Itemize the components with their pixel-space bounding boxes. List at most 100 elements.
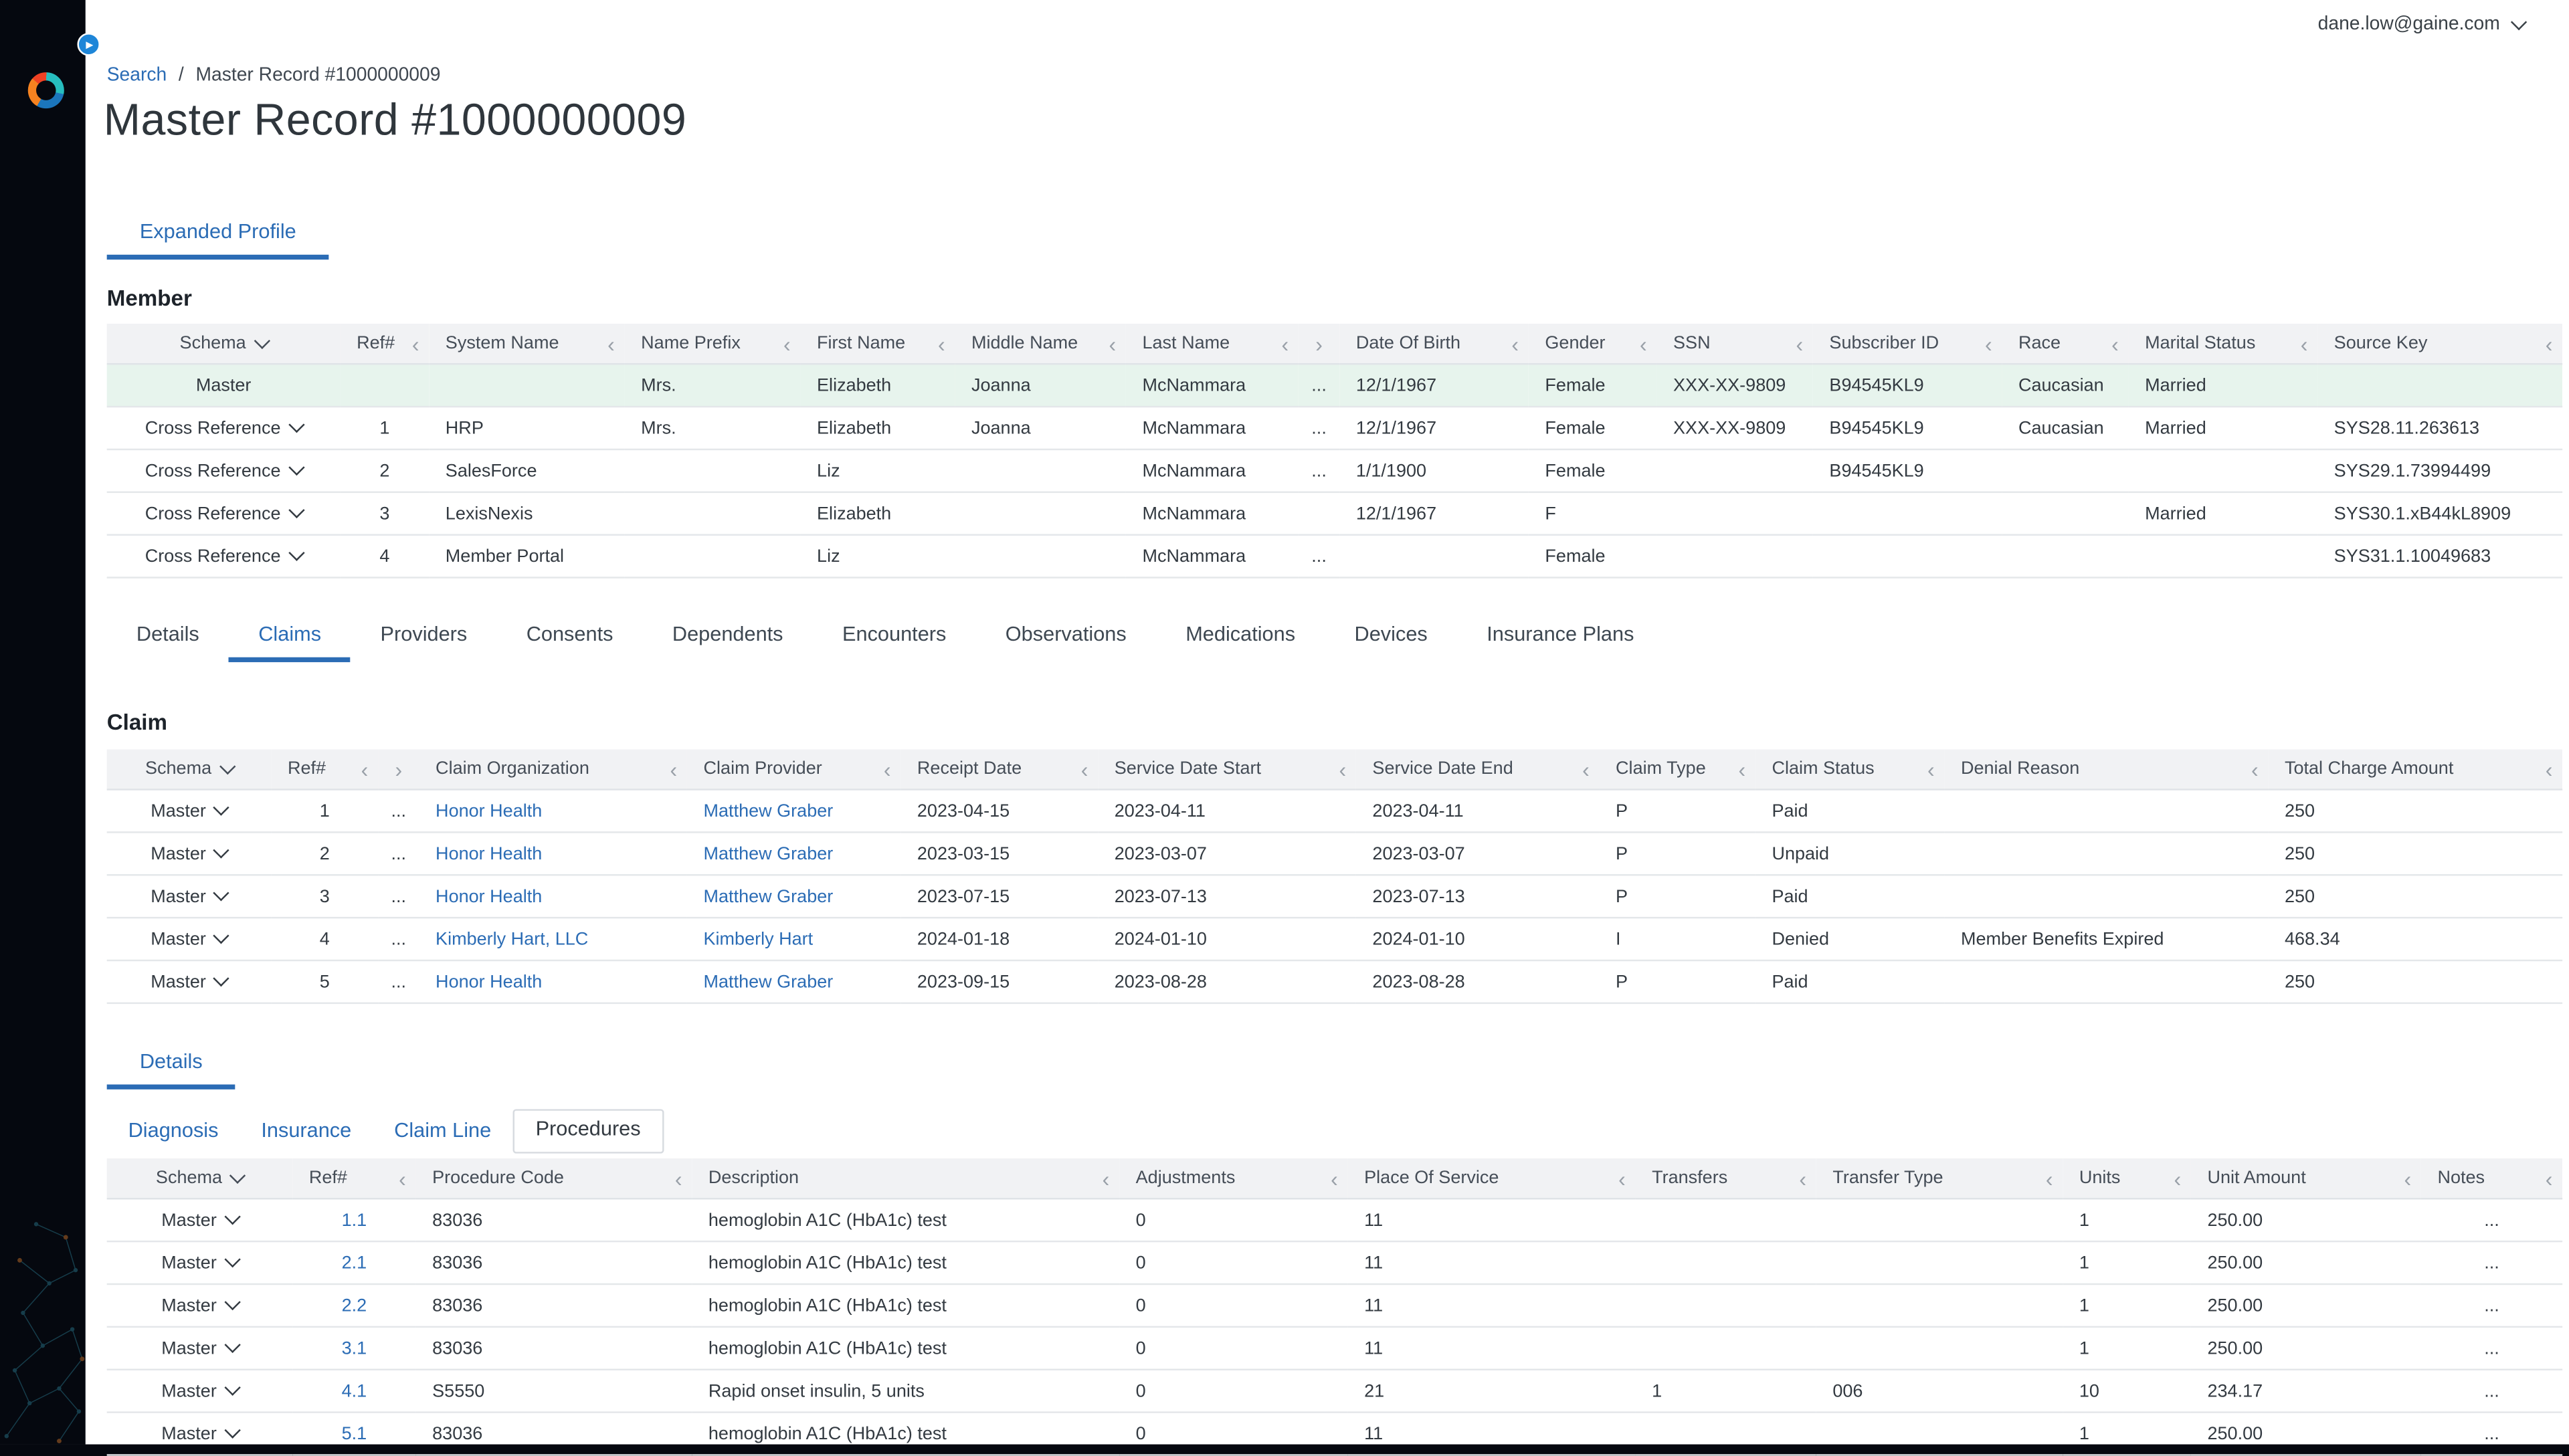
collapse-column-icon[interactable]: ‹ [2301, 333, 2308, 354]
column-header-transfers[interactable]: Transfers ‹ [1635, 1158, 1816, 1199]
collapse-column-icon[interactable]: ‹ [1511, 333, 1519, 354]
column-header-units[interactable]: Units ‹ [2063, 1158, 2191, 1199]
column-header-ref[interactable]: Ref# ‹ [340, 323, 430, 365]
cell-schema[interactable]: Master [107, 875, 272, 918]
collapse-column-icon[interactable]: ‹ [1331, 1168, 1338, 1189]
subtab-diagnosis[interactable]: Diagnosis [107, 1111, 240, 1152]
claim_organization-link[interactable]: Honor Health [436, 886, 542, 906]
cell-schema[interactable]: Master [107, 918, 272, 960]
column-header-ssn[interactable]: SSN ‹ [1656, 323, 1813, 365]
column-header-subscriber-id[interactable]: Subscriber ID ‹ [1812, 323, 2002, 365]
subtab-claim-line[interactable]: Claim Line [373, 1111, 512, 1152]
tab-insurance-plans[interactable]: Insurance Plans [1457, 613, 1664, 662]
cell-schema[interactable]: Master [107, 1199, 293, 1241]
column-header-transfer-type[interactable]: Transfer Type ‹ [1816, 1158, 2063, 1199]
column-header-total-charge-amount[interactable]: Total Charge Amount ‹ [2268, 749, 2563, 790]
column-header-name-prefix[interactable]: Name Prefix ‹ [624, 323, 801, 365]
cell-schema[interactable]: Master [106, 364, 341, 407]
collapse-column-icon[interactable]: ‹ [1109, 333, 1117, 354]
collapse-column-icon[interactable]: ‹ [1985, 333, 1992, 354]
cell-schema[interactable]: Master [107, 960, 272, 1003]
claim_organization-link[interactable]: Honor Health [436, 844, 542, 863]
cell-schema[interactable]: Cross Reference [107, 407, 341, 449]
collapse-column-icon[interactable]: ‹ [2046, 1168, 2053, 1189]
tab-observations[interactable]: Observations [976, 613, 1156, 662]
cell-schema[interactable]: Master [107, 832, 272, 875]
collapse-column-icon[interactable]: ‹ [1339, 758, 1346, 780]
tab-dependents[interactable]: Dependents [643, 613, 813, 662]
ref-link[interactable]: 2.2 [342, 1295, 367, 1315]
tab-medications[interactable]: Medications [1156, 613, 1325, 662]
column-header-service-date-end[interactable]: Service Date End ‹ [1355, 749, 1600, 790]
cell-schema[interactable]: Master [107, 1241, 293, 1284]
column-header-ref[interactable]: Ref# ‹ [292, 1158, 416, 1199]
claim_organization-link[interactable]: Honor Health [436, 972, 542, 991]
ref-link[interactable]: 5.1 [342, 1424, 367, 1443]
collapse-column-icon[interactable]: ‹ [607, 333, 615, 354]
collapse-column-icon[interactable]: ‹ [2546, 1168, 2553, 1189]
column-header-schema[interactable]: Schema [106, 323, 341, 365]
cell-schema[interactable]: Master [107, 1284, 293, 1327]
collapse-column-icon[interactable]: ‹ [938, 333, 945, 354]
column-header-notes[interactable]: Notes ‹ [2420, 1158, 2563, 1199]
column-header-adjustments[interactable]: Adjustments ‹ [1119, 1158, 1348, 1199]
column-header-last-name[interactable]: Last Name ‹ [1125, 323, 1299, 365]
ref-link[interactable]: 3.1 [342, 1338, 367, 1358]
collapse-column-icon[interactable]: ‹ [1103, 1168, 1110, 1189]
collapse-column-icon[interactable]: ‹ [399, 1168, 406, 1189]
cell-schema[interactable]: Master [107, 1413, 293, 1455]
column-header-middle-name[interactable]: Middle Name ‹ [955, 323, 1126, 365]
ref-link[interactable]: 4.1 [342, 1381, 367, 1400]
column-header-first-name[interactable]: First Name ‹ [800, 323, 955, 365]
column-header-claim-provider[interactable]: Claim Provider ‹ [686, 749, 901, 790]
collapse-column-icon[interactable]: ‹ [675, 1168, 682, 1189]
cell-schema[interactable]: Master [107, 1327, 293, 1370]
collapse-column-icon[interactable]: ‹ [2174, 1168, 2182, 1189]
collapse-column-icon[interactable]: ‹ [1796, 333, 1803, 354]
column-header-ref[interactable]: Ref# ‹ [271, 749, 379, 790]
ref-link[interactable]: 2.1 [342, 1253, 367, 1272]
collapse-column-icon[interactable]: ‹ [2546, 758, 2553, 780]
column-header-service-date-start[interactable]: Service Date Start ‹ [1098, 749, 1356, 790]
tab-details[interactable]: Details [107, 613, 229, 662]
claim_provider-link[interactable]: Matthew Graber [704, 886, 834, 906]
column-header-gender[interactable]: Gender ‹ [1528, 323, 1657, 365]
subtab-procedures[interactable]: Procedures [512, 1109, 664, 1154]
column-header-expand[interactable]: › [1298, 323, 1340, 365]
column-header-source-key[interactable]: Source Key ‹ [2317, 323, 2563, 365]
column-header-denial-reason[interactable]: Denial Reason ‹ [1944, 749, 2269, 790]
collapse-column-icon[interactable]: ‹ [884, 758, 891, 780]
expand-column-icon[interactable]: › [1315, 333, 1323, 354]
column-header-marital-status[interactable]: Marital Status ‹ [2128, 323, 2318, 365]
collapse-column-icon[interactable]: ‹ [412, 333, 419, 354]
claim_organization-link[interactable]: Kimberly Hart, LLC [436, 929, 588, 948]
sidebar-toggle-button[interactable]: ▸ [77, 33, 100, 56]
column-header-schema[interactable]: Schema [106, 749, 272, 790]
claim_provider-link[interactable]: Matthew Graber [704, 844, 834, 863]
user-menu[interactable]: dane.low@gaine.com [2318, 13, 2528, 35]
expand-column-icon[interactable]: › [395, 758, 402, 780]
subtab-insurance[interactable]: Insurance [240, 1111, 373, 1152]
collapse-column-icon[interactable]: ‹ [670, 758, 678, 780]
collapse-column-icon[interactable]: ‹ [2251, 758, 2259, 780]
tab-consents[interactable]: Consents [496, 613, 642, 662]
column-header-receipt-date[interactable]: Receipt Date ‹ [900, 749, 1099, 790]
column-header-unit-amount[interactable]: Unit Amount ‹ [2190, 1158, 2421, 1199]
collapse-column-icon[interactable]: ‹ [1738, 758, 1745, 780]
claim_provider-link[interactable]: Matthew Graber [704, 972, 834, 991]
cell-schema[interactable]: Master [107, 1370, 293, 1413]
tab-claims[interactable]: Claims [229, 613, 351, 663]
collapse-column-icon[interactable]: ‹ [783, 333, 791, 354]
column-header-system-name[interactable]: System Name ‹ [429, 323, 625, 365]
column-header-procedure-code[interactable]: Procedure Code ‹ [415, 1158, 692, 1199]
column-header-schema[interactable]: Schema [106, 1158, 293, 1199]
tab-expanded-profile[interactable]: Expanded Profile [106, 210, 329, 260]
column-header-claim-organization[interactable]: Claim Organization ‹ [419, 749, 687, 790]
collapse-column-icon[interactable]: ‹ [1618, 1168, 1626, 1189]
collapse-column-icon[interactable]: ‹ [1799, 1168, 1806, 1189]
column-header-description[interactable]: Description ‹ [692, 1158, 1120, 1199]
cell-schema[interactable]: Master [107, 789, 272, 832]
collapse-column-icon[interactable]: ‹ [1281, 333, 1289, 354]
collapse-column-icon[interactable]: ‹ [2404, 1168, 2411, 1189]
breadcrumb-search-link[interactable]: Search [107, 66, 167, 85]
